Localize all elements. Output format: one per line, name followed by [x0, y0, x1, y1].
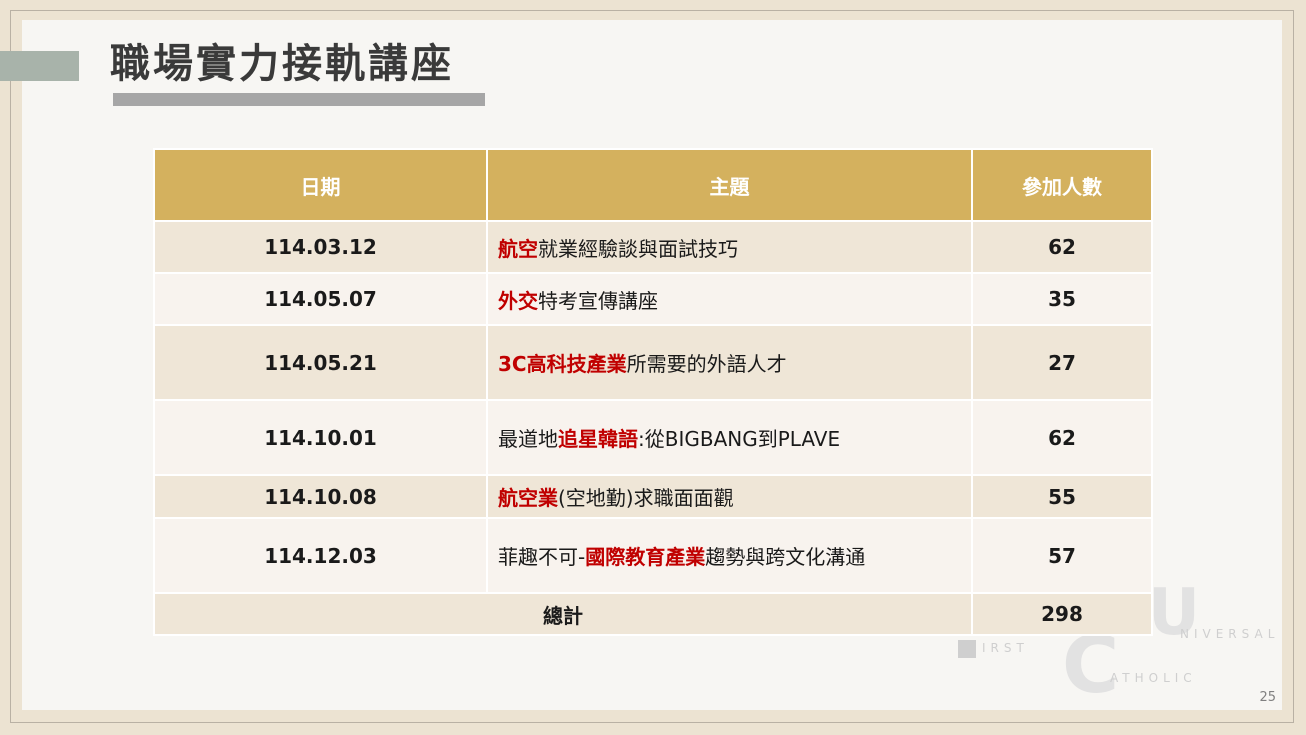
topic-highlight: 外交: [498, 288, 538, 313]
topic-text: 就業經驗談與面試技巧: [538, 236, 738, 261]
row-topic: 航空業(空地勤)求職面面觀: [486, 474, 973, 519]
title-accent-bar: [0, 51, 79, 81]
row-date: 114.12.03: [153, 517, 488, 594]
row-count: 27: [971, 324, 1153, 401]
total-label: 總計: [153, 592, 973, 636]
row-topic: 航空就業經驗談與面試技巧: [486, 220, 973, 274]
row-topic: 最道地追星韓語:從BIGBANG到PLAVE: [486, 399, 973, 476]
topic-text: 所需要的外語人才: [626, 352, 787, 376]
lecture-table: 日期 主題 參加人數 114.03.12 航空就業經驗談與面試技巧 62 114…: [153, 148, 1153, 636]
page-number: 25: [1259, 690, 1276, 705]
table-row: 114.03.12 航空就業經驗談與面試技巧 62: [153, 220, 1153, 274]
topic-highlight: 航空: [498, 236, 538, 261]
topic-text: 最道地: [498, 427, 558, 451]
topic-highlight: 國際教育產業: [585, 545, 706, 569]
total-value: 298: [971, 592, 1153, 636]
table-row: 114.12.03 菲趣不可-國際教育產業趨勢與跨文化溝通 57: [153, 517, 1153, 594]
slide-title: 職場實力接軌講座: [110, 41, 454, 87]
row-date: 114.10.01: [153, 399, 488, 476]
row-count: 62: [971, 220, 1153, 274]
table-row: 114.05.07 外交特考宣傳講座 35: [153, 272, 1153, 326]
topic-text: 菲趣不可-: [498, 545, 586, 569]
row-topic: 3C高科技產業所需要的外語人才: [486, 324, 973, 401]
topic-highlight: 追星韓語: [558, 427, 638, 451]
row-topic: 外交特考宣傳講座: [486, 272, 973, 326]
topic-text: 特考宣傳講座: [538, 288, 658, 313]
table-row: 114.10.08 航空業(空地勤)求職面面觀 55: [153, 474, 1153, 519]
table-row: 114.05.21 3C高科技產業所需要的外語人才 27: [153, 324, 1153, 401]
table-body: 114.03.12 航空就業經驗談與面試技巧 62 114.05.07 外交特考…: [153, 220, 1153, 636]
row-date: 114.03.12: [153, 220, 488, 274]
header-attendance: 參加人數: [971, 148, 1153, 222]
topic-highlight: 3C高科技產業: [498, 352, 627, 376]
topic-text: :從BIGBANG到PLAVE: [638, 427, 841, 451]
header-date: 日期: [153, 148, 488, 222]
topic-text: (空地勤)求職面面觀: [558, 486, 734, 510]
table-header-row: 日期 主題 參加人數: [153, 148, 1153, 222]
header-topic: 主題: [486, 148, 973, 222]
table-row: 114.10.01 最道地追星韓語:從BIGBANG到PLAVE 62: [153, 399, 1153, 476]
row-date: 114.10.08: [153, 474, 488, 519]
row-count: 62: [971, 399, 1153, 476]
topic-text: 趨勢與跨文化溝通: [705, 545, 866, 569]
topic-highlight: 航空業: [498, 486, 558, 510]
title-underline: [113, 93, 485, 106]
row-topic: 菲趣不可-國際教育產業趨勢與跨文化溝通: [486, 517, 973, 594]
row-date: 114.05.21: [153, 324, 488, 401]
row-date: 114.05.07: [153, 272, 488, 326]
row-count: 57: [971, 517, 1153, 594]
row-count: 55: [971, 474, 1153, 519]
table-total-row: 總計 298: [153, 592, 1153, 636]
row-count: 35: [971, 272, 1153, 326]
